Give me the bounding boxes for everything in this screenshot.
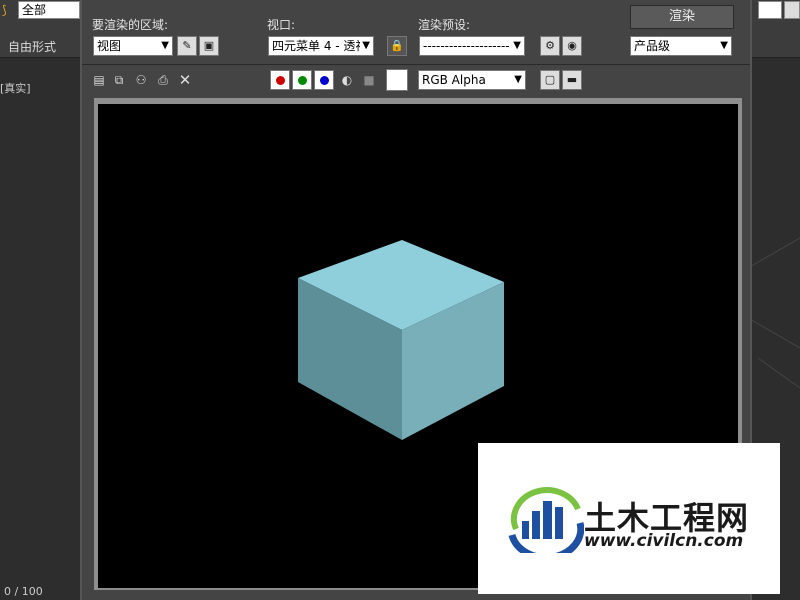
save-icon[interactable]: ▤ — [90, 71, 108, 89]
auto-region-icon[interactable]: ▣ — [199, 36, 219, 56]
clear-icon[interactable]: ✕ — [176, 71, 194, 89]
freeform-tab[interactable]: 自由形式 — [8, 38, 56, 55]
quality-select-value: 产品级 — [634, 39, 671, 53]
copy-icon[interactable]: ⧉ — [110, 71, 128, 89]
blue-dot-icon — [320, 76, 329, 85]
preset-select-value: -------------------- — [423, 39, 510, 53]
viewport-label: 视口: — [267, 18, 296, 32]
right-select[interactable] — [758, 1, 782, 19]
chevron-down-icon: ▼ — [513, 40, 521, 51]
snap-icon[interactable]: ⟆ — [2, 2, 14, 18]
area-label: 要渲染的区域: — [92, 18, 169, 32]
channel-select-value: RGB Alpha — [422, 73, 486, 87]
right-button[interactable] — [784, 1, 800, 19]
area-select[interactable]: 视图 ▼ — [93, 36, 173, 56]
chevron-down-icon: ▼ — [720, 40, 728, 51]
scene-filter-select[interactable]: 全部 — [18, 1, 80, 19]
mono-icon[interactable]: ■ — [360, 71, 378, 89]
toolbar-divider — [82, 64, 750, 65]
green-dot-icon — [298, 76, 307, 85]
channel-select[interactable]: RGB Alpha ▼ — [418, 70, 526, 90]
chevron-down-icon: ▼ — [161, 40, 169, 51]
red-dot-icon — [276, 76, 285, 85]
render-settings-toolbar: 要渲染的区域: 视图 ▼ ✎ ▣ 视口: 四元菜单 4 - 透视 ▼ 🔒 渲染预设:… — [82, 0, 750, 64]
render-button[interactable]: 渲染 — [630, 5, 734, 29]
toggle-ui-overlay-icon[interactable]: ▢ — [540, 70, 560, 90]
watermark-url: www.civilcn.com — [584, 531, 744, 551]
print-icon[interactable]: ⎙ — [154, 71, 172, 89]
render-setup-icon[interactable]: ⚙ — [540, 36, 560, 56]
frame-buffer-toolbar: ▤ ⧉ ⚇ ⎙ ✕ ◐ ■ RGB Alpha ▼ ▢ ▬ — [82, 66, 750, 94]
edit-region-icon[interactable]: ✎ — [177, 36, 197, 56]
quality-select[interactable]: 产品级 ▼ — [630, 36, 732, 56]
viewport-select-value: 四元菜单 4 - 透视 — [272, 39, 368, 53]
area-select-value: 视图 — [97, 39, 122, 53]
preset-select[interactable]: -------------------- ▼ — [419, 36, 525, 56]
blue-channel-button[interactable] — [314, 70, 334, 90]
alpha-icon[interactable]: ◐ — [338, 71, 356, 89]
civilcn-logo-icon — [508, 487, 584, 553]
viewport-select[interactable]: 四元菜单 4 - 透视 ▼ — [268, 36, 374, 56]
preset-label: 渲染预设: — [418, 18, 471, 32]
frame-counter: 0 / 100 — [4, 585, 43, 598]
lock-icon[interactable]: 🔒 — [387, 36, 407, 56]
green-channel-button[interactable] — [292, 70, 312, 90]
viewport-shading-label[interactable]: [真实] — [0, 80, 31, 96]
watermark: 土木工程网 www.civilcn.com — [478, 443, 780, 594]
chevron-down-icon: ▼ — [514, 74, 522, 85]
left-viewport[interactable]: [真实] — [0, 58, 80, 600]
environment-icon[interactable]: ◉ — [562, 36, 582, 56]
screen: ⟆ 全部 自由形式 [真实] 0 / 100 要渲染的区域: 视图 ▼ ✎ ▣ 视… — [0, 0, 800, 600]
clone-icon[interactable]: ⚇ — [132, 71, 150, 89]
chevron-down-icon: ▼ — [360, 37, 370, 55]
red-channel-button[interactable] — [270, 70, 290, 90]
color-swatch[interactable] — [386, 69, 408, 91]
toggle-ui-icon[interactable]: ▬ — [562, 70, 582, 90]
